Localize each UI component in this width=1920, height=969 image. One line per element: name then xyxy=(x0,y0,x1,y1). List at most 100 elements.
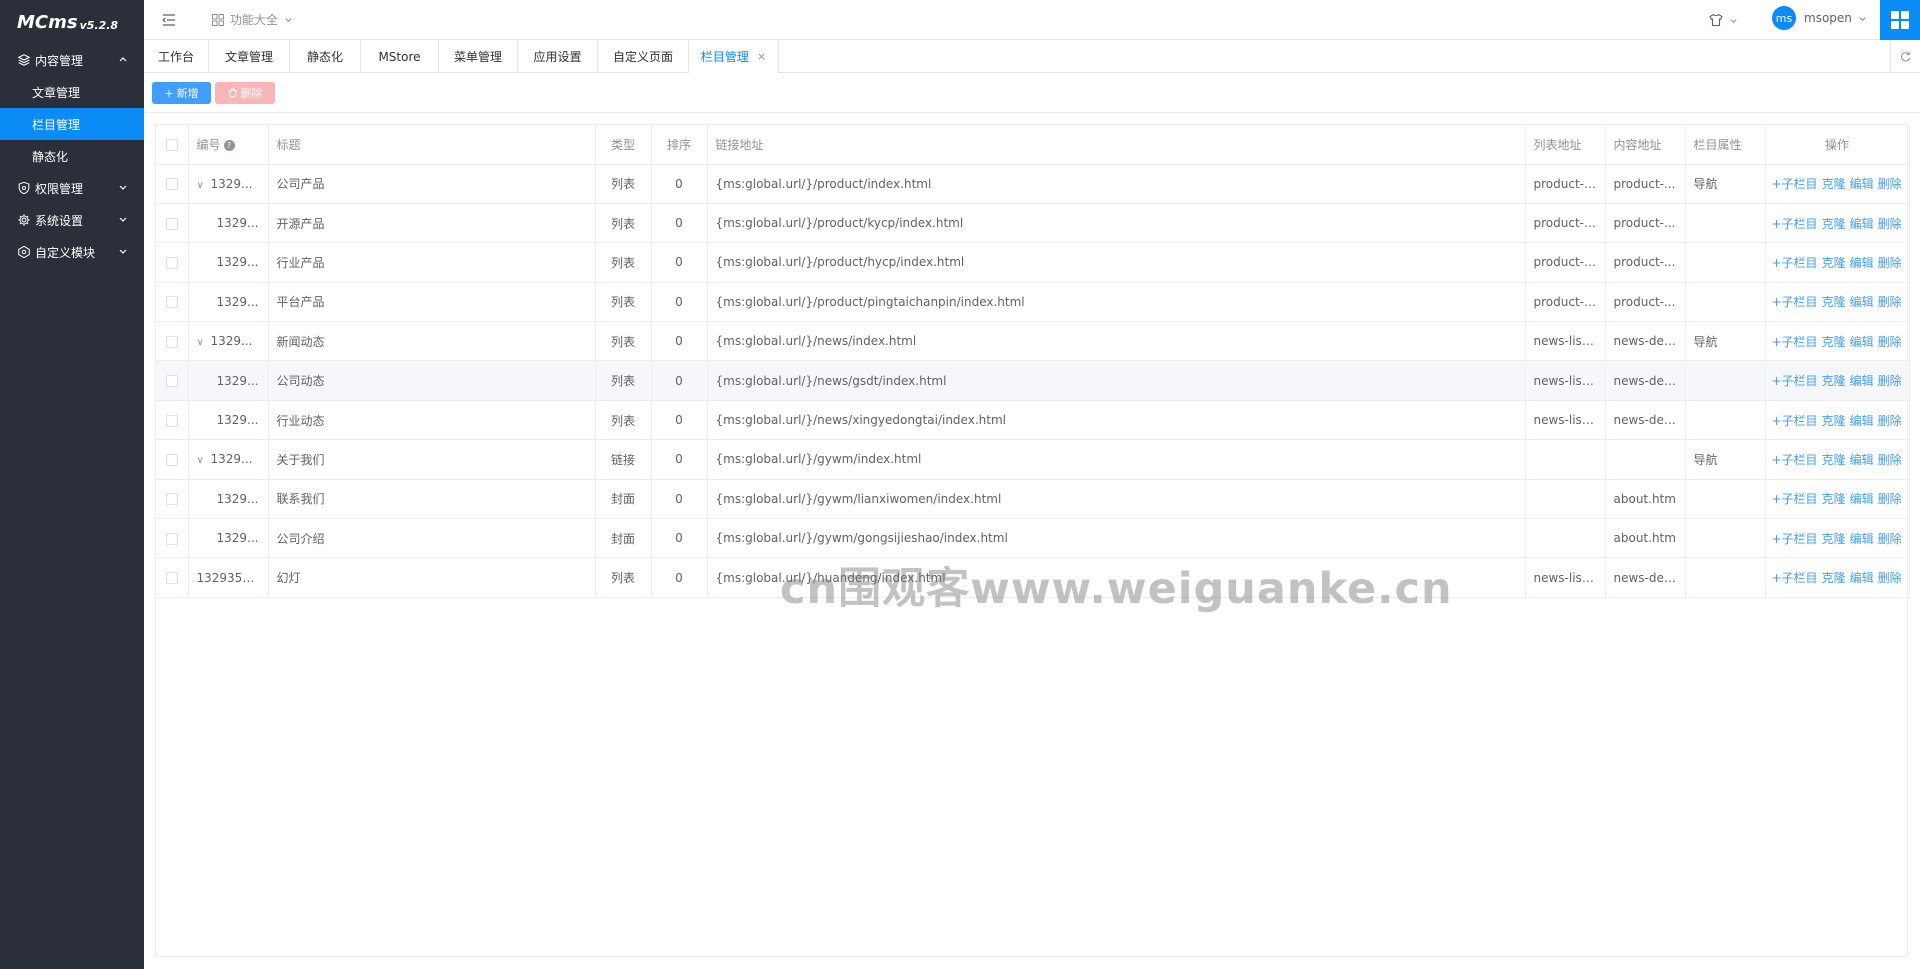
clone-link[interactable]: 克隆 xyxy=(1822,453,1846,467)
add-child-link[interactable]: +子栏目 xyxy=(1772,217,1818,231)
function-menu-dropdown[interactable]: 功能大全 xyxy=(212,11,299,28)
sidebar-item-articles[interactable]: 文章管理 xyxy=(0,76,144,108)
menu-group-settings[interactable]: 系统设置 xyxy=(0,204,144,236)
add-child-link[interactable]: +子栏目 xyxy=(1772,453,1818,467)
add-child-link[interactable]: +子栏目 xyxy=(1772,374,1818,388)
shirt-icon xyxy=(1709,13,1723,27)
clone-link[interactable]: 克隆 xyxy=(1822,217,1846,231)
tab-custom-pages[interactable]: 自定义页面 xyxy=(598,40,689,73)
edit-link[interactable]: 编辑 xyxy=(1850,374,1874,388)
row-checkbox[interactable] xyxy=(165,217,178,230)
add-child-link[interactable]: +子栏目 xyxy=(1772,335,1818,349)
table-row[interactable]: 1329... 开源产品 列表 0 {ms:global.url/}/product/k… xyxy=(156,203,1910,244)
table-row[interactable]: 1329... 行业产品 列表 0 {ms:global.url/}/product/h… xyxy=(156,242,1910,283)
row-checkbox[interactable] xyxy=(165,178,178,191)
row-checkbox[interactable] xyxy=(165,453,178,466)
add-child-link[interactable]: +子栏目 xyxy=(1772,295,1818,309)
clone-link[interactable]: 克隆 xyxy=(1822,256,1846,270)
table-row[interactable]: ∨ 1329... 新闻动态 列表 0 {ms:global.url/}/news/ind… xyxy=(156,321,1910,362)
delete-link[interactable]: 删除 xyxy=(1878,177,1902,191)
clone-link[interactable]: 克隆 xyxy=(1822,295,1846,309)
table-row[interactable]: ∨ 1329... 公司产品 列表 0 {ms:global.url/}/product/… xyxy=(156,164,1910,204)
apps-button[interactable] xyxy=(1880,0,1920,40)
question-icon[interactable]: ? xyxy=(223,139,235,151)
delete-link[interactable]: 删除 xyxy=(1878,532,1902,546)
header-ops: 操作 xyxy=(1765,125,1910,165)
add-child-link[interactable]: +子栏目 xyxy=(1772,492,1818,506)
add-child-link[interactable]: +子栏目 xyxy=(1772,571,1818,585)
menu-collapse-icon[interactable] xyxy=(162,13,176,27)
clone-link[interactable]: 克隆 xyxy=(1822,177,1846,191)
edit-link[interactable]: 编辑 xyxy=(1850,453,1874,467)
menu-group-content[interactable]: 内容管理 xyxy=(0,44,144,76)
row-checkbox[interactable] xyxy=(165,532,178,545)
clone-link[interactable]: 克隆 xyxy=(1822,492,1846,506)
delete-link[interactable]: 删除 xyxy=(1878,217,1902,231)
tab-categories[interactable]: 栏目管理 × xyxy=(689,40,779,73)
row-checkbox[interactable] xyxy=(165,572,178,585)
delete-link[interactable]: 删除 xyxy=(1878,453,1902,467)
tab-workbench[interactable]: 工作台 xyxy=(144,40,209,73)
menu-group-custom-module[interactable]: 自定义模块 xyxy=(0,236,144,268)
tab-mstore[interactable]: MStore xyxy=(361,40,439,73)
table-row[interactable]: 1329... 公司动态 列表 0 {ms:global.url/}/news/gsdt… xyxy=(156,360,1910,401)
delete-link[interactable]: 删除 xyxy=(1878,256,1902,270)
edit-link[interactable]: 编辑 xyxy=(1850,295,1874,309)
edit-link[interactable]: 编辑 xyxy=(1850,335,1874,349)
clone-link[interactable]: 克隆 xyxy=(1822,571,1846,585)
menu-group-permissions[interactable]: 权限管理 xyxy=(0,172,144,204)
chevron-down-icon[interactable]: ∨ xyxy=(197,455,207,466)
table-row[interactable]: 1329... 平台产品 列表 0 {ms:global.url/}/product/p… xyxy=(156,282,1910,323)
add-child-link[interactable]: +子栏目 xyxy=(1772,177,1818,191)
row-checkbox[interactable] xyxy=(165,296,178,309)
refresh-button[interactable] xyxy=(1890,40,1920,73)
delete-link[interactable]: 删除 xyxy=(1878,374,1902,388)
tab-app-settings[interactable]: 应用设置 xyxy=(518,40,598,73)
cell-type: 封面 xyxy=(595,518,652,559)
chevron-down-icon[interactable]: ∨ xyxy=(197,337,207,348)
row-checkbox[interactable] xyxy=(165,335,178,348)
chevron-down-icon[interactable]: ∨ xyxy=(197,180,207,191)
row-checkbox[interactable] xyxy=(165,493,178,506)
sidebar-item-categories[interactable]: 栏目管理 xyxy=(0,108,144,140)
tab-articles[interactable]: 文章管理 xyxy=(209,40,290,73)
sidebar-item-static[interactable]: 静态化 xyxy=(0,140,144,172)
add-child-link[interactable]: +子栏目 xyxy=(1772,256,1818,270)
tab-menu-management[interactable]: 菜单管理 xyxy=(439,40,518,73)
delete-link[interactable]: 删除 xyxy=(1878,571,1902,585)
add-button[interactable]: + 新增 xyxy=(152,82,211,104)
delete-link[interactable]: 删除 xyxy=(1878,414,1902,428)
delete-button[interactable]: 删除 xyxy=(215,82,275,104)
clone-link[interactable]: 克隆 xyxy=(1822,532,1846,546)
table-row[interactable]: 1329... 公司介绍 封面 0 {ms:global.url/}/gywm/gong… xyxy=(156,518,1910,559)
delete-link[interactable]: 删除 xyxy=(1878,295,1902,309)
clone-link[interactable]: 克隆 xyxy=(1822,414,1846,428)
tab-label: 应用设置 xyxy=(533,50,582,64)
row-checkbox[interactable] xyxy=(165,414,178,427)
table-row[interactable]: 1329... 行业动态 列表 0 {ms:global.url/}/news/xing… xyxy=(156,400,1910,441)
delete-link[interactable]: 删除 xyxy=(1878,492,1902,506)
edit-link[interactable]: 编辑 xyxy=(1850,256,1874,270)
edit-link[interactable]: 编辑 xyxy=(1850,217,1874,231)
clone-link[interactable]: 克隆 xyxy=(1822,374,1846,388)
row-select-cell xyxy=(156,439,189,480)
add-child-link[interactable]: +子栏目 xyxy=(1772,414,1818,428)
table-row[interactable]: ∨ 1329... 关于我们 链接 0 {ms:global.url/}/gywm/ind… xyxy=(156,439,1910,480)
edit-link[interactable]: 编辑 xyxy=(1850,177,1874,191)
edit-link[interactable]: 编辑 xyxy=(1850,532,1874,546)
tab-static[interactable]: 静态化 xyxy=(290,40,361,73)
delete-link[interactable]: 删除 xyxy=(1878,335,1902,349)
skin-dropdown[interactable] xyxy=(1709,13,1738,27)
row-checkbox[interactable] xyxy=(165,375,178,388)
edit-link[interactable]: 编辑 xyxy=(1850,414,1874,428)
table-row[interactable]: 1329357... 幻灯 列表 0 {ms:global.url/}/huandeng… xyxy=(156,557,1910,598)
user-menu[interactable]: ms msopen xyxy=(1772,6,1867,30)
row-checkbox[interactable] xyxy=(165,256,178,269)
edit-link[interactable]: 编辑 xyxy=(1850,571,1874,585)
clone-link[interactable]: 克隆 xyxy=(1822,335,1846,349)
close-tab-icon[interactable]: × xyxy=(757,50,766,63)
edit-link[interactable]: 编辑 xyxy=(1850,492,1874,506)
add-child-link[interactable]: +子栏目 xyxy=(1772,532,1818,546)
select-all-checkbox[interactable] xyxy=(165,138,178,151)
table-row[interactable]: 1329... 联系我们 封面 0 {ms:global.url/}/gywm/lian… xyxy=(156,479,1910,520)
